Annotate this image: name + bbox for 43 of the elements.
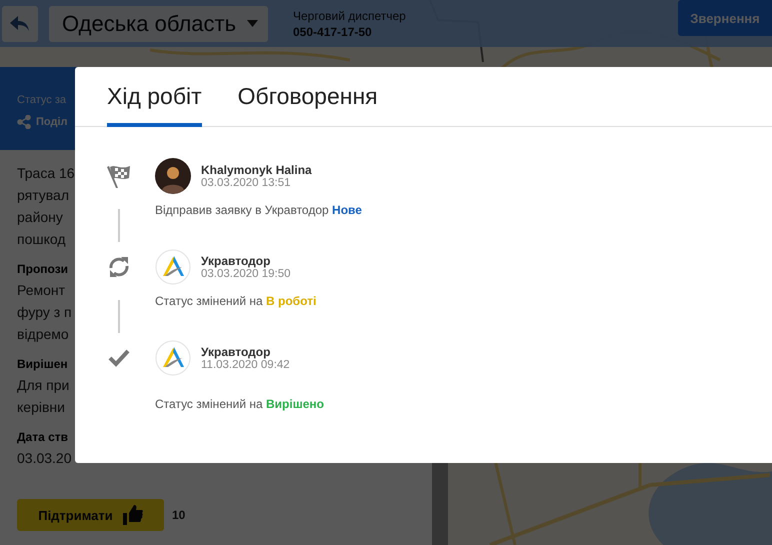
description-text: району bbox=[17, 208, 63, 227]
back-button[interactable] bbox=[2, 6, 38, 42]
support-count: 10 bbox=[172, 508, 186, 522]
author-name: Укравтодор bbox=[201, 345, 272, 359]
section-heading: Пропози bbox=[17, 261, 68, 278]
logo-icon bbox=[155, 340, 191, 376]
description-text: рятувал bbox=[17, 186, 70, 205]
dispatcher-label: Черговий диспетчер bbox=[293, 8, 406, 22]
tab[interactable]: Хід робіт bbox=[107, 67, 202, 127]
refresh-icon bbox=[107, 255, 131, 279]
back-arrow-icon bbox=[10, 16, 30, 32]
section-text: фуру з п bbox=[17, 303, 72, 322]
checkered-flag-icon bbox=[106, 163, 132, 189]
status-label: Статус за bbox=[17, 94, 66, 106]
check-icon bbox=[108, 348, 130, 368]
section-heading: Дата ств bbox=[17, 429, 68, 446]
event-time: 03.03.2020 13:51 bbox=[201, 177, 292, 189]
avatar bbox=[155, 158, 191, 194]
caret-icon bbox=[247, 20, 258, 27]
region-dropdown[interactable]: Одеська область bbox=[49, 6, 268, 42]
section-text: 03.03.20 bbox=[17, 449, 72, 468]
dispatcher-phone: 050-417-17-50 bbox=[293, 24, 373, 38]
event-time: 03.03.2020 19:50 bbox=[201, 268, 291, 280]
requests-button[interactable]: Звернення bbox=[678, 0, 772, 36]
author-name: Khalymonyk Halina bbox=[201, 163, 312, 177]
description-text: пошкод bbox=[17, 230, 66, 249]
event-message: Відправив заявку в Укравтодор Нове bbox=[155, 203, 362, 217]
section-text: Ремонт bbox=[17, 281, 66, 300]
logo-icon bbox=[155, 249, 191, 285]
support-button[interactable]: Підтримати bbox=[17, 499, 164, 531]
section-heading: Вирішен bbox=[17, 356, 68, 373]
tab[interactable]: Обговорення bbox=[238, 67, 378, 127]
share-link[interactable]: Поділ bbox=[36, 116, 68, 128]
description-text: Траса 16 bbox=[17, 164, 75, 183]
thumbs-up-icon bbox=[122, 505, 143, 525]
share-icon bbox=[17, 115, 31, 129]
section-text: Для при bbox=[17, 376, 70, 395]
section-text: відремо bbox=[17, 325, 69, 344]
event-time: 11.03.2020 09:42 bbox=[201, 359, 290, 371]
section-text: керівни bbox=[17, 398, 65, 417]
event-message: Статус змінений на В роботі bbox=[155, 294, 316, 308]
author-name: Укравтодор bbox=[201, 254, 272, 268]
event-message: Статус змінений на Вирішено bbox=[155, 396, 324, 410]
